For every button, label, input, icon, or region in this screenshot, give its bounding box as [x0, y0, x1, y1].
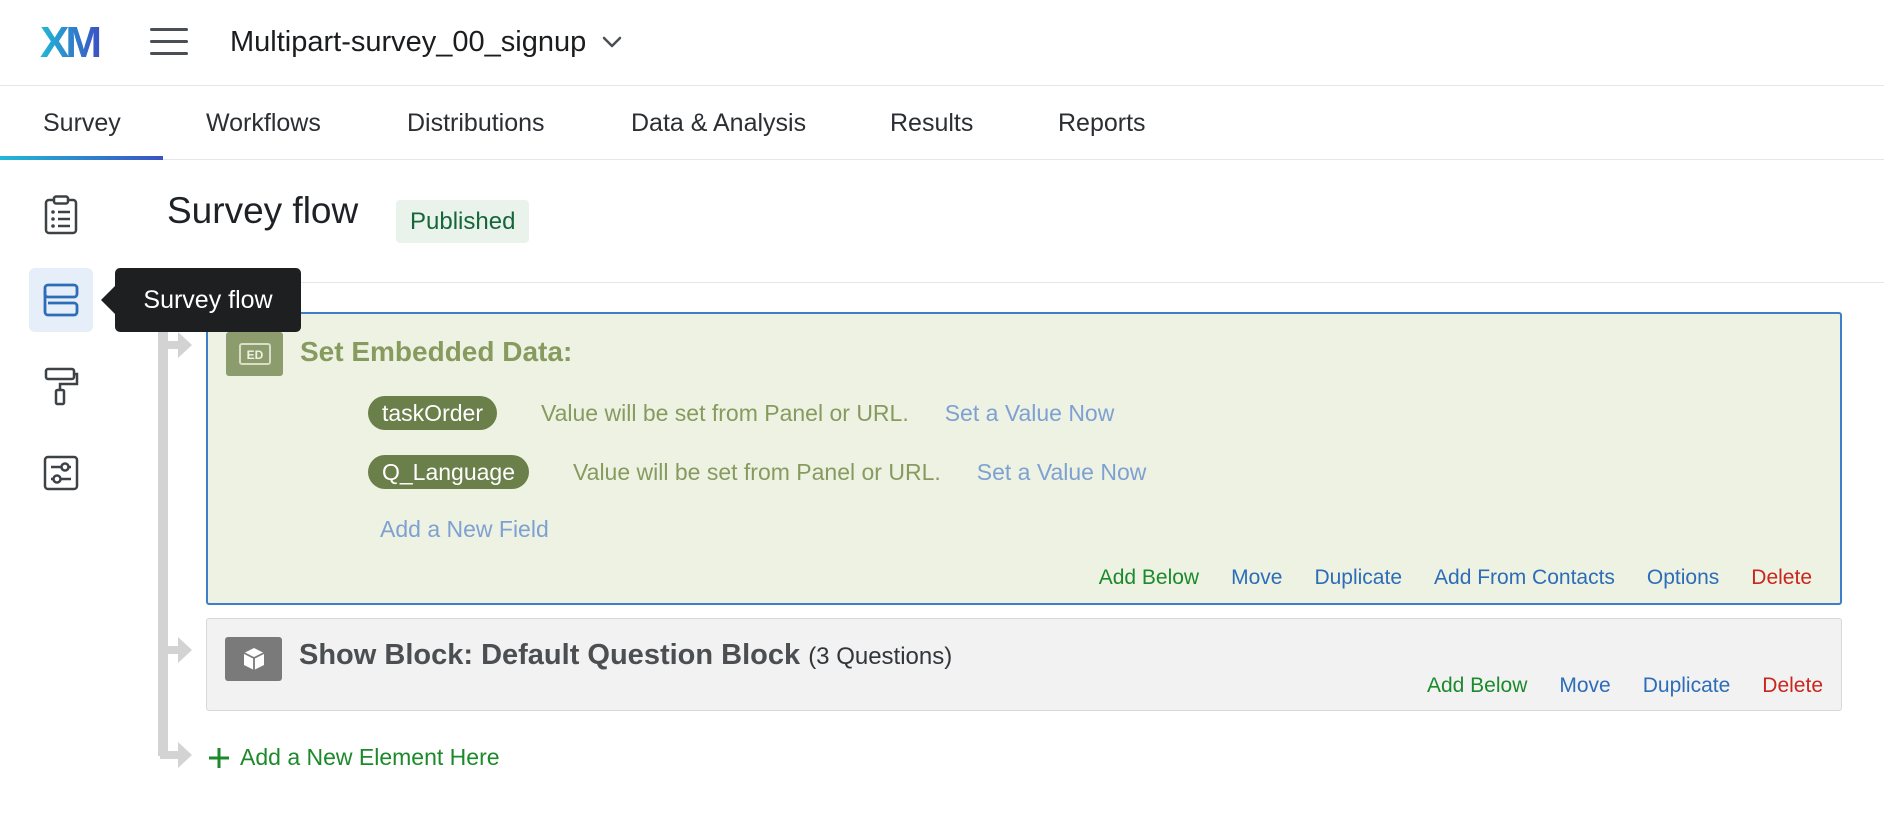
delete-button[interactable]: Delete [1751, 566, 1812, 590]
plus-icon [209, 747, 229, 768]
embedded-field-name[interactable]: Q_Language [368, 455, 530, 489]
move-button[interactable]: Move [1231, 566, 1282, 590]
paint-roller-icon [44, 367, 79, 406]
svg-text:XM: XM [40, 22, 99, 62]
flow-arrow-icon [160, 332, 192, 358]
settings-sliders-icon [43, 455, 79, 491]
embedded-field-name[interactable]: taskOrder [368, 396, 497, 430]
tab-label: Results [890, 108, 974, 137]
embedded-field-row: Q_Language Value will be set from Panel … [368, 455, 1146, 489]
set-value-link[interactable]: Set a Value Now [977, 459, 1147, 486]
flow-connector-line [158, 330, 168, 756]
svg-text:ED: ED [246, 348, 263, 362]
duplicate-button[interactable]: Duplicate [1643, 674, 1731, 698]
tab-label: Survey [43, 108, 121, 137]
show-block-name: Show Block: Default Question Block [299, 639, 801, 671]
tab-label: Reports [1058, 108, 1146, 137]
project-name: Multipart-survey_00_signup [230, 25, 587, 58]
show-block-actions: Add Below Move Duplicate Delete [1427, 674, 1823, 698]
block-cube-icon [225, 637, 282, 681]
tab-reports[interactable]: Reports [1058, 86, 1146, 160]
rail-survey-options[interactable] [29, 441, 93, 505]
set-value-link[interactable]: Set a Value Now [945, 400, 1115, 427]
tab-workflows[interactable]: Workflows [206, 86, 321, 160]
tab-bar: Survey Workflows Distributions Data & An… [0, 86, 1884, 160]
chevron-down-icon [603, 36, 622, 48]
duplicate-button[interactable]: Duplicate [1314, 566, 1402, 590]
embedded-field-desc: Value will be set from Panel or URL. [573, 458, 941, 485]
rail-look-and-feel[interactable] [29, 354, 93, 418]
question-count: (3 Questions) [808, 643, 953, 670]
add-new-element-button[interactable]: Add a New Element Here [208, 744, 500, 771]
rail-survey-flow[interactable] [29, 268, 93, 332]
add-new-element-label: Add a New Element Here [240, 744, 500, 770]
xm-logo[interactable]: XM [40, 22, 110, 62]
tab-results[interactable]: Results [890, 86, 973, 160]
tab-label: Distributions [407, 108, 545, 137]
embedded-data-block[interactable]: ED Set Embedded Data: taskOrder Value wi… [206, 312, 1842, 605]
add-below-button[interactable]: Add Below [1099, 566, 1199, 590]
tab-distributions[interactable]: Distributions [407, 86, 545, 160]
clipboard-icon [44, 195, 78, 235]
tab-label: Workflows [206, 108, 321, 137]
embedded-field-row: taskOrder Value will be set from Panel o… [368, 396, 1114, 430]
embedded-data-title: Set Embedded Data: [300, 336, 573, 367]
show-block[interactable]: Show Block: Default Question Block (3 Qu… [206, 618, 1842, 711]
menu-icon[interactable] [150, 28, 188, 56]
options-button[interactable]: Options [1647, 566, 1719, 590]
show-block-title: Show Block: Default Question Block (3 Qu… [299, 639, 952, 672]
project-selector[interactable]: Multipart-survey_00_signup [230, 22, 624, 62]
embedded-data-icon: ED [226, 332, 283, 376]
header-divider [167, 282, 1884, 283]
add-from-contacts-button[interactable]: Add From Contacts [1434, 566, 1615, 590]
flow-arrow-icon [160, 637, 192, 663]
page-title: Survey flow [167, 190, 359, 231]
add-new-field-link[interactable]: Add a New Field [380, 516, 549, 543]
status-badge: Published [396, 200, 530, 243]
delete-button[interactable]: Delete [1762, 674, 1823, 698]
tab-data-analysis[interactable]: Data & Analysis [631, 86, 806, 160]
flow-arrow-icon [160, 742, 192, 768]
move-button[interactable]: Move [1559, 674, 1610, 698]
rail-survey-editor[interactable] [29, 183, 93, 247]
survey-flow-icon [43, 283, 79, 317]
active-tab-indicator [0, 156, 163, 160]
top-bar: XM Multipart-survey_00_signup [0, 0, 1884, 86]
embedded-field-desc: Value will be set from Panel or URL. [540, 399, 909, 426]
embedded-block-actions: Add Below Move Duplicate Add From Contac… [1099, 566, 1812, 590]
tab-survey[interactable]: Survey [43, 86, 121, 160]
tab-label: Data & Analysis [631, 108, 807, 137]
add-below-button[interactable]: Add Below [1427, 674, 1527, 698]
survey-flow-tooltip: Survey flow [101, 268, 301, 332]
